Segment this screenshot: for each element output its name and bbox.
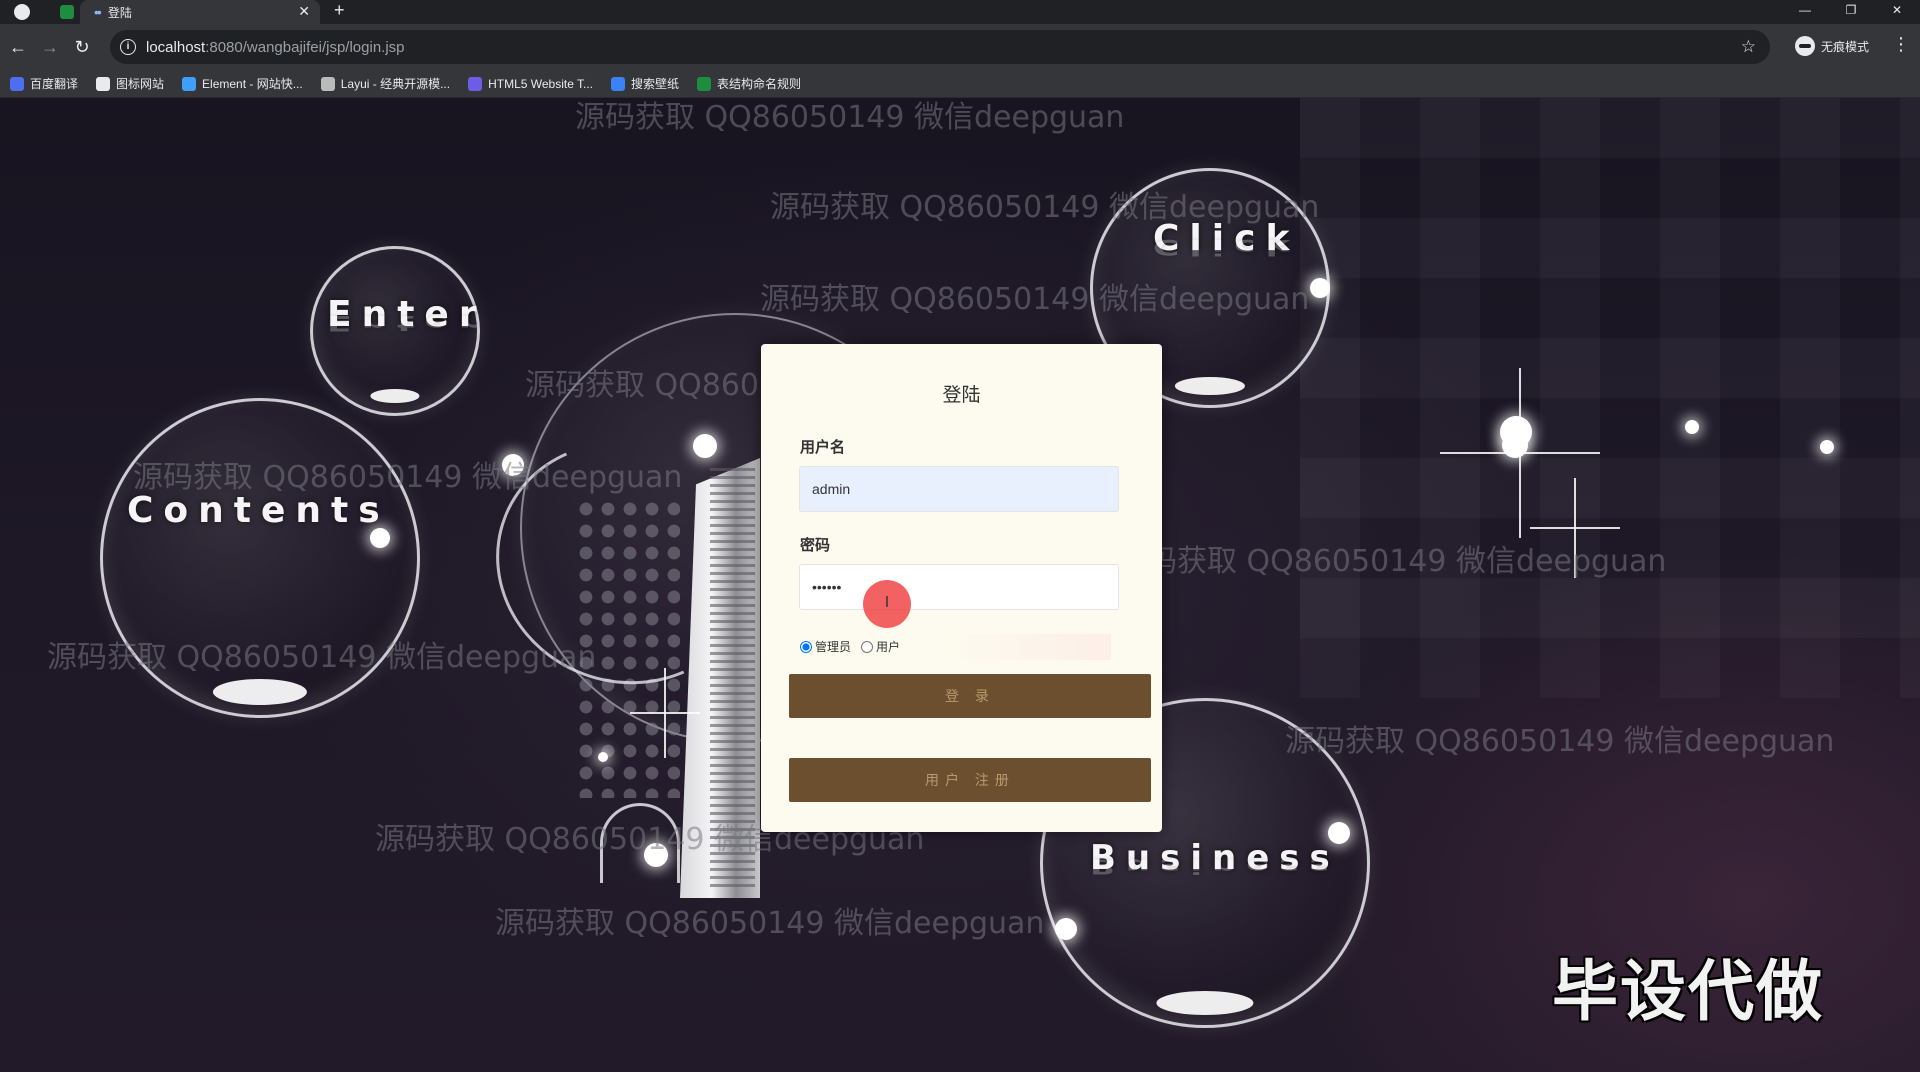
browser-tab-strip: •• 登陆 ✕ + — ❐ ✕ bbox=[0, 0, 1920, 24]
bookmark-favicon-icon bbox=[10, 76, 24, 91]
back-arrow-icon[interactable]: ← bbox=[2, 37, 34, 58]
role-option-user[interactable]: 用户 bbox=[861, 638, 900, 655]
bookmarks-bar: 百度翻译 图标网站 Element - 网站快... Layui - 经典开源模… bbox=[0, 70, 1920, 98]
restore-icon[interactable]: ❐ bbox=[1828, 0, 1874, 24]
business-text[interactable]: Business Business bbox=[1090, 838, 1340, 878]
light-dot bbox=[502, 454, 524, 476]
incognito-label: 无痕模式 bbox=[1821, 39, 1870, 54]
click-reflection: Click bbox=[1153, 234, 1300, 259]
watermark-text: 源码获取 QQ86050149 微信deepguan bbox=[1285, 724, 1835, 759]
enter-reflection: Enter bbox=[327, 310, 487, 335]
tower-stripes-graphic bbox=[710, 468, 755, 888]
role-option-admin[interactable]: 管理员 bbox=[800, 638, 851, 655]
watermark-text: 源码获取 QQ86050149 微信deepguan bbox=[575, 100, 1125, 135]
light-dot bbox=[1310, 278, 1330, 298]
role-label-user: 用户 bbox=[876, 640, 901, 654]
bookmark-favicon-icon bbox=[611, 76, 626, 91]
role-selector: 管理员 用户 bbox=[800, 638, 910, 655]
corner-badge-text: 毕设代做 bbox=[1552, 953, 1824, 1030]
bookmark-label: HTML5 Website T... bbox=[488, 76, 594, 91]
incognito-indicator[interactable]: 无痕模式 bbox=[1795, 36, 1869, 56]
tab-login[interactable]: •• 登陆 ✕ bbox=[80, 0, 320, 24]
register-button[interactable]: 用户 注册 bbox=[789, 758, 1151, 802]
role-radio-admin[interactable] bbox=[800, 640, 812, 653]
minimize-icon[interactable]: — bbox=[1782, 0, 1828, 24]
browser-toolbar: ← → ↻ i localhost:8080/wangbajifei/jsp/l… bbox=[0, 24, 1920, 70]
reload-icon[interactable]: ↻ bbox=[66, 37, 98, 58]
light-dot bbox=[1685, 420, 1699, 434]
bookmark-favicon-icon bbox=[320, 76, 335, 91]
light-dot bbox=[644, 843, 668, 867]
url-path: :8080/wangbajifei/jsp/login.jsp bbox=[205, 38, 405, 56]
login-form-card: 登陆 用户名 密码 I 管理员 用户 登 录 用户 注册 bbox=[761, 344, 1162, 832]
sparkle-graphic bbox=[1530, 478, 1620, 578]
bookmark-label: 搜索壁纸 bbox=[631, 77, 680, 91]
window-controls: — ❐ ✕ bbox=[1782, 0, 1920, 24]
role-label-admin: 管理员 bbox=[815, 640, 852, 654]
bookmark-label: 百度翻译 bbox=[30, 77, 79, 91]
click-text[interactable]: Click Click bbox=[1153, 218, 1299, 259]
password-input[interactable] bbox=[799, 564, 1119, 610]
bubble-shine bbox=[370, 389, 420, 403]
browser-profile-icon[interactable] bbox=[14, 4, 30, 20]
contents-label: Contents bbox=[127, 490, 390, 531]
bookmark-label: Layui - 经典开源模... bbox=[340, 77, 451, 91]
light-dot bbox=[1820, 440, 1834, 454]
bookmark-favicon-icon bbox=[182, 76, 197, 91]
watermark-text: 源码获取 QQ86050149 微信deepguan bbox=[495, 906, 1045, 941]
bookmark-item[interactable]: 图标网站 bbox=[96, 75, 164, 92]
login-button[interactable]: 登 录 bbox=[789, 674, 1151, 718]
close-window-icon[interactable]: ✕ bbox=[1874, 0, 1920, 24]
login-title: 登陆 bbox=[942, 385, 981, 406]
background-checker-pattern bbox=[1300, 98, 1920, 698]
site-info-icon[interactable]: i bbox=[120, 39, 136, 55]
sparkle-graphic bbox=[630, 668, 700, 758]
bookmark-label: 图标网站 bbox=[116, 77, 165, 91]
tab-favicon-icon: •• bbox=[94, 4, 102, 20]
sheet-app-icon[interactable] bbox=[60, 5, 74, 19]
role-row-highlight bbox=[936, 634, 1111, 660]
role-radio-user[interactable] bbox=[861, 640, 874, 653]
light-dot bbox=[598, 752, 608, 762]
bookmark-flag-icon bbox=[96, 76, 111, 91]
light-dot bbox=[1055, 918, 1077, 940]
bookmark-favicon-icon bbox=[697, 76, 712, 91]
bookmark-star-icon[interactable]: ☆ bbox=[1741, 37, 1756, 57]
business-reflection: Business bbox=[1090, 854, 1340, 878]
contents-text[interactable]: Contents bbox=[127, 490, 390, 531]
forward-arrow-icon[interactable]: → bbox=[34, 37, 66, 58]
new-tab-button[interactable]: + bbox=[334, 0, 345, 21]
tab-title: 登陆 bbox=[107, 5, 132, 20]
bookmark-item[interactable]: 搜索壁纸 bbox=[611, 75, 679, 92]
contents-bubble bbox=[100, 398, 420, 718]
bookmark-label: 表结构命名规则 bbox=[717, 77, 802, 91]
browser-menu-icon[interactable]: ⋮ bbox=[1892, 34, 1910, 55]
light-dot bbox=[370, 528, 390, 548]
bubble-shine bbox=[1156, 991, 1254, 1015]
bookmark-item[interactable]: 表结构命名规则 bbox=[697, 75, 801, 92]
bookmark-label: Element - 网站快... bbox=[202, 77, 303, 91]
bookmark-item[interactable]: Layui - 经典开源模... bbox=[320, 75, 451, 92]
bookmark-item[interactable]: Element - 网站快... bbox=[182, 75, 303, 92]
bookmark-item[interactable]: 百度翻译 bbox=[10, 75, 78, 92]
bubble-shine bbox=[1174, 377, 1246, 395]
light-dot bbox=[1328, 822, 1350, 844]
username-label: 用户名 bbox=[800, 439, 846, 456]
light-dot bbox=[693, 434, 717, 458]
bubble-shine bbox=[212, 679, 308, 705]
enter-text[interactable]: Enter Enter bbox=[327, 294, 487, 335]
tab-close-icon[interactable]: ✕ bbox=[298, 3, 310, 20]
bookmark-item[interactable]: HTML5 Website T... bbox=[468, 76, 594, 91]
url-host: localhost bbox=[146, 38, 206, 56]
password-label: 密码 bbox=[800, 537, 831, 554]
bookmark-favicon-icon bbox=[468, 76, 483, 91]
username-input[interactable] bbox=[799, 466, 1119, 512]
dome-graphic bbox=[600, 803, 680, 883]
mouse-cursor-indicator: I bbox=[863, 580, 911, 628]
incognito-icon bbox=[1795, 36, 1815, 56]
address-bar[interactable]: i localhost:8080/wangbajifei/jsp/login.j… bbox=[110, 30, 1770, 64]
